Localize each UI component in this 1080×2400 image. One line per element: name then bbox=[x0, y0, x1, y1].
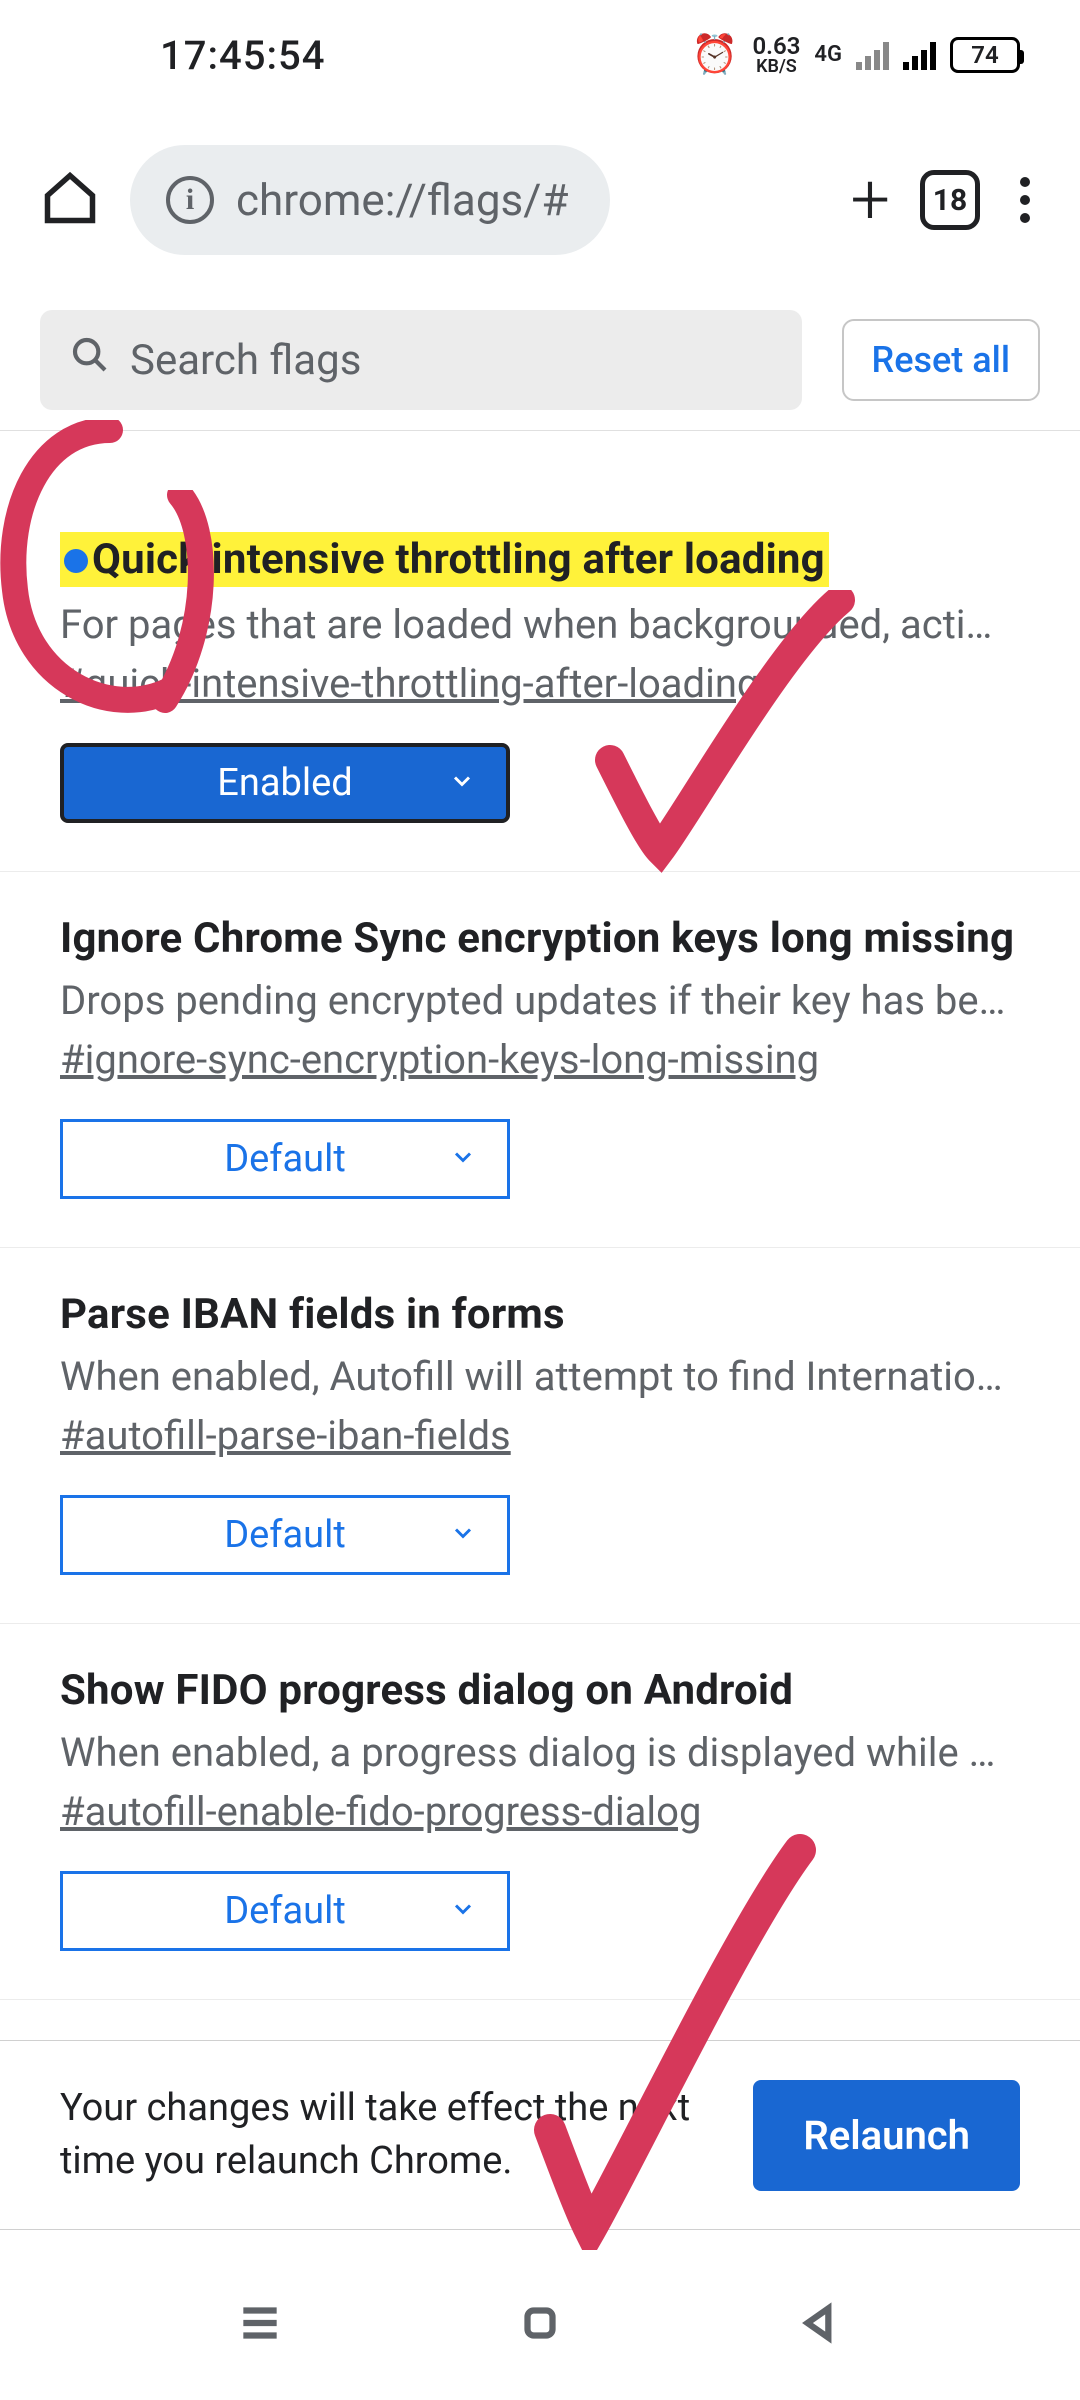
chevron-down-icon bbox=[448, 761, 476, 805]
flag-description: For pages that are loaded when backgroun… bbox=[60, 601, 1020, 648]
flag-hash-link[interactable]: #ignore-sync-encryption-keys-long-missin… bbox=[60, 1036, 819, 1083]
flag-select[interactable]: Default bbox=[60, 1119, 510, 1199]
alarm-icon: ⏰ bbox=[691, 33, 738, 77]
flag-item: Quick intensive throttling after loading… bbox=[0, 490, 1080, 872]
relaunch-message: Your changes will take effect the next t… bbox=[60, 2082, 713, 2188]
flags-search-row: Search flags Reset all bbox=[0, 300, 1080, 431]
signal-bars-2 bbox=[903, 40, 936, 70]
browser-toolbar: i chrome://flags/# + 18 bbox=[0, 130, 1080, 270]
flag-title: Quick intensive throttling after loading bbox=[92, 535, 825, 584]
flag-item: Show FIDO progress dialog on Android Whe… bbox=[0, 1624, 1080, 2000]
flag-item: Parse IBAN fields in forms When enabled,… bbox=[0, 1248, 1080, 1624]
flag-description: When enabled, Autofill will attempt to f… bbox=[60, 1353, 1020, 1400]
flag-description: Drops pending encrypted updates if their… bbox=[60, 977, 1020, 1024]
recents-icon[interactable] bbox=[235, 2298, 285, 2352]
flag-item: Ignore Chrome Sync encryption keys long … bbox=[0, 872, 1080, 1248]
back-nav-icon[interactable] bbox=[795, 2298, 845, 2352]
reset-all-button[interactable]: Reset all bbox=[842, 319, 1040, 401]
search-icon bbox=[70, 335, 110, 386]
net-speed: 0.63 KB/S bbox=[752, 34, 800, 76]
flag-select[interactable]: Default bbox=[60, 1495, 510, 1575]
status-bar: 17:45:54 ⏰ 0.63 KB/S 4G 74 bbox=[0, 0, 1080, 110]
chevron-down-icon bbox=[449, 1137, 477, 1181]
system-nav-bar bbox=[0, 2250, 1080, 2400]
omnibox[interactable]: i chrome://flags/# bbox=[130, 145, 610, 255]
relaunch-button[interactable]: Relaunch bbox=[753, 2080, 1020, 2191]
status-time: 17:45:54 bbox=[60, 32, 326, 79]
signal-bars-1 bbox=[856, 40, 889, 70]
flag-title: Ignore Chrome Sync encryption keys long … bbox=[60, 914, 1014, 963]
url-text: chrome://flags/# bbox=[236, 174, 569, 226]
chevron-down-icon bbox=[449, 1889, 477, 1933]
flag-title: Show FIDO progress dialog on Android bbox=[60, 1666, 793, 1715]
flag-description: When enabled, a progress dialog is displ… bbox=[60, 1729, 1020, 1776]
battery-indicator: 74 bbox=[950, 37, 1020, 73]
chevron-down-icon bbox=[449, 1513, 477, 1557]
new-tab-icon[interactable]: + bbox=[850, 159, 890, 241]
flags-list: Quick intensive throttling after loading… bbox=[0, 490, 1080, 2090]
site-info-icon[interactable]: i bbox=[166, 176, 214, 224]
home-nav-icon[interactable] bbox=[515, 2298, 565, 2352]
search-flags-input[interactable]: Search flags bbox=[40, 310, 802, 410]
flag-select[interactable]: Default bbox=[60, 1871, 510, 1951]
overflow-menu-icon[interactable] bbox=[1010, 177, 1040, 223]
search-placeholder: Search flags bbox=[130, 336, 361, 385]
flag-hash-link[interactable]: #quick-intensive-throttling-after-loadin… bbox=[60, 660, 759, 707]
modified-dot-icon bbox=[64, 549, 88, 573]
relaunch-bar: Your changes will take effect the next t… bbox=[0, 2040, 1080, 2230]
net-type: 4G bbox=[814, 44, 842, 66]
flag-hash-link[interactable]: #autofill-parse-iban-fields bbox=[60, 1412, 511, 1459]
home-icon[interactable] bbox=[40, 168, 100, 232]
flag-select[interactable]: Enabled bbox=[60, 743, 510, 823]
tab-switcher-button[interactable]: 18 bbox=[920, 170, 980, 230]
flag-hash-link[interactable]: #autofill-enable-fido-progress-dialog bbox=[60, 1788, 701, 1835]
flag-title: Parse IBAN fields in forms bbox=[60, 1290, 565, 1339]
flag-highlight: Quick intensive throttling after loading bbox=[60, 532, 829, 587]
